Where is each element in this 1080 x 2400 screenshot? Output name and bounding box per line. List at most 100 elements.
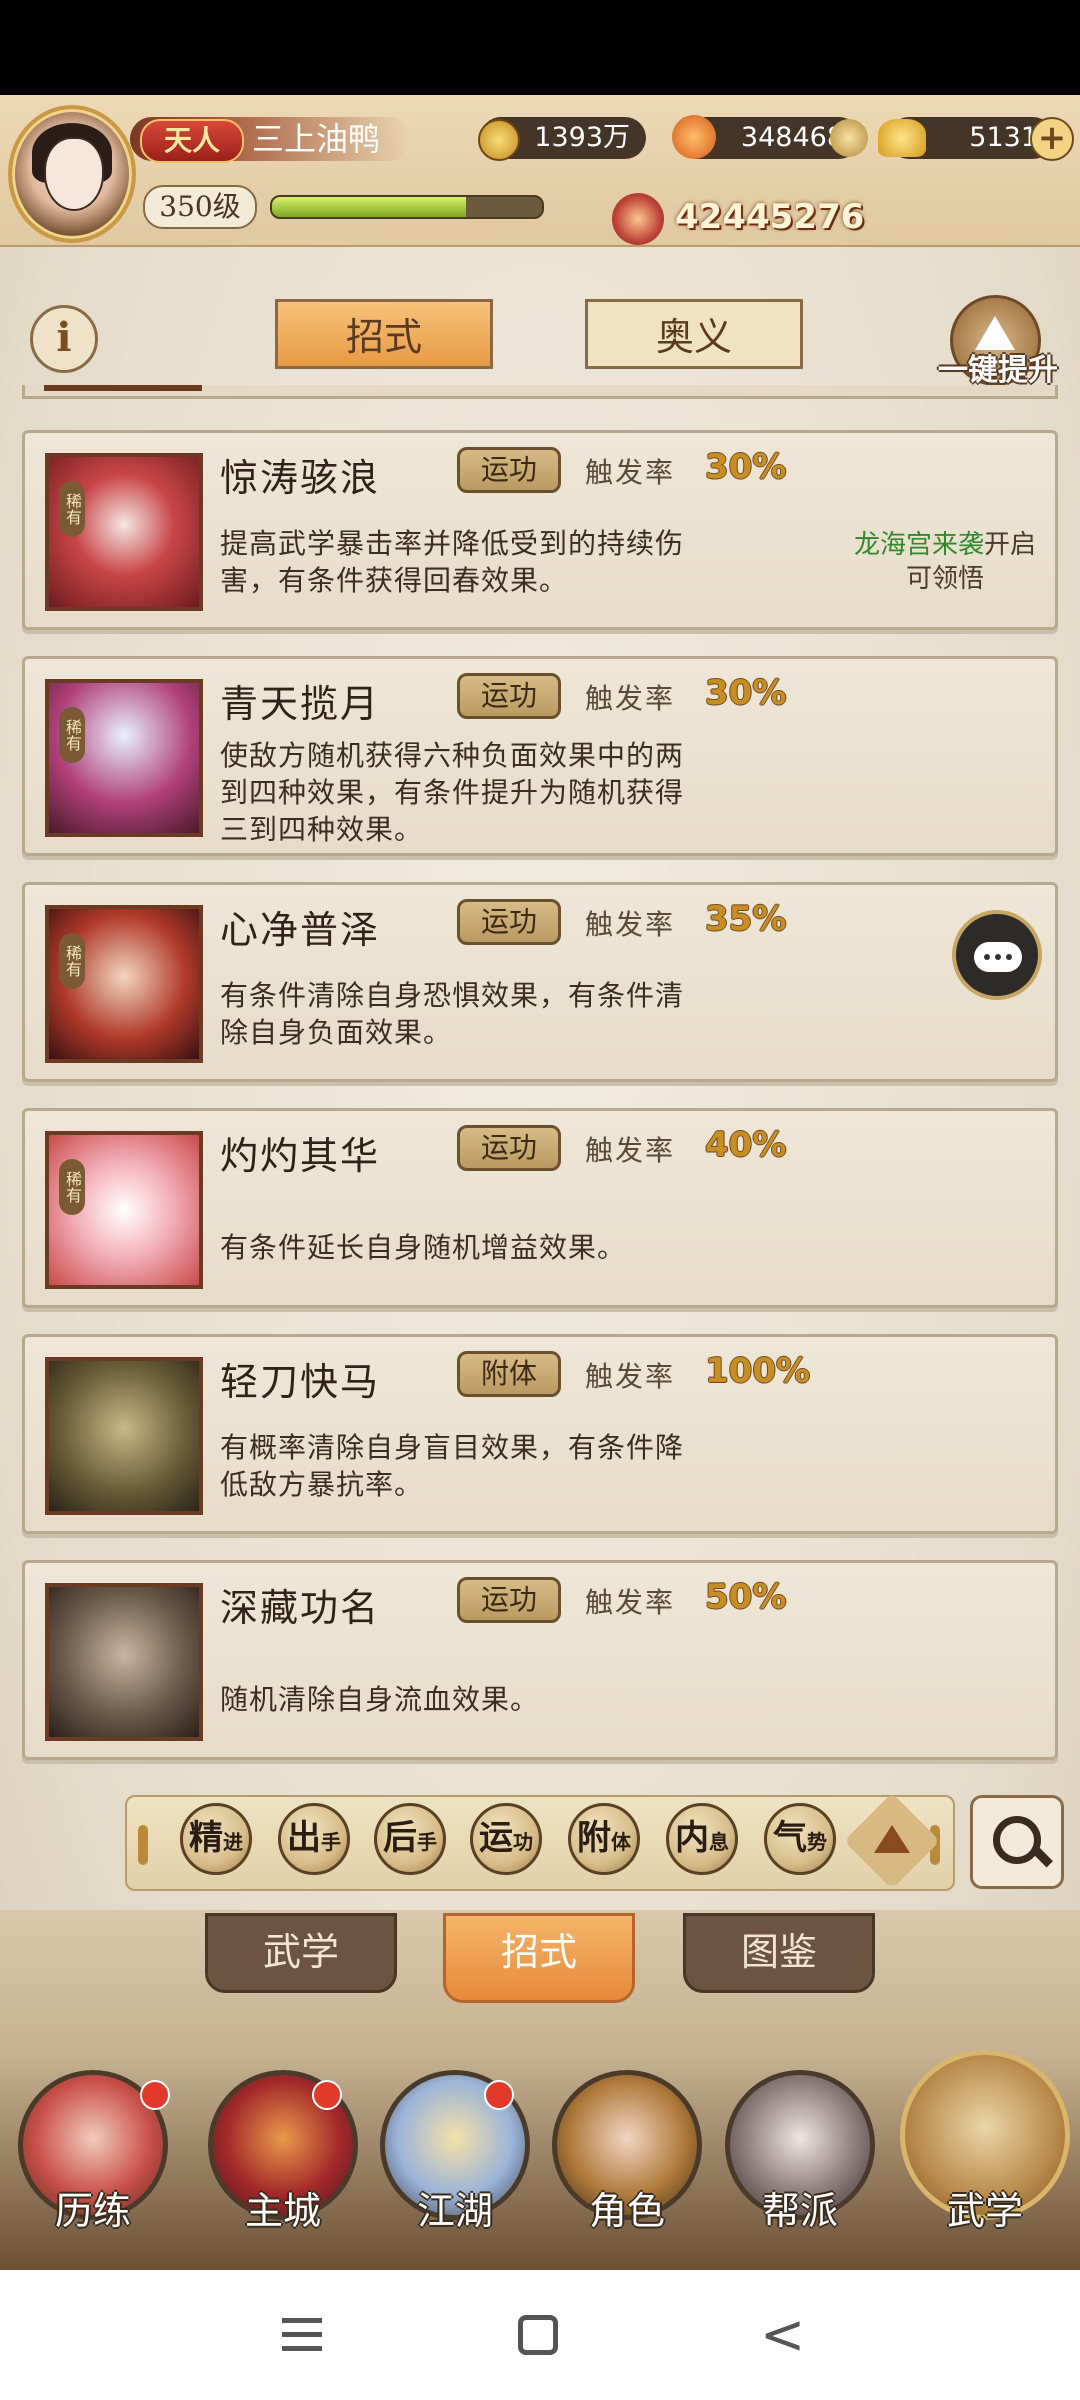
description-line: 提高武学暴击率并降低受到的持续伤 bbox=[220, 527, 685, 560]
filter-main-char: 附 bbox=[577, 1818, 611, 1858]
filter-main-char: 后 bbox=[383, 1818, 417, 1858]
ingot-value: 348468 bbox=[740, 122, 844, 153]
filter-sub-char: 势 bbox=[807, 1830, 827, 1854]
filter-button[interactable]: 精进 bbox=[180, 1803, 252, 1875]
monk-icon[interactable]: 稀有 bbox=[45, 905, 203, 1063]
move-type-tag: 运功 bbox=[457, 673, 561, 719]
info-button[interactable]: i bbox=[30, 305, 98, 373]
trigger-rate-value: 30% bbox=[705, 447, 787, 487]
description-line: 除自身负面效果。 bbox=[220, 1016, 453, 1049]
description-line: 有条件清除自身恐惧效果，有条件清 bbox=[220, 979, 685, 1012]
back-icon[interactable]: < bbox=[760, 2308, 805, 2362]
subtab-moves[interactable]: 招式 bbox=[443, 1913, 635, 2003]
filter-button[interactable]: 运功 bbox=[470, 1803, 542, 1875]
blossom-icon[interactable]: 稀有 bbox=[45, 1131, 203, 1289]
filter-button[interactable]: 附体 bbox=[568, 1803, 640, 1875]
hidden-fame-icon[interactable] bbox=[45, 1583, 203, 1741]
unlock-hint[interactable]: 龙海宫来袭开启 可领悟 bbox=[835, 528, 1055, 596]
nav-jianghu-label[interactable]: 江湖 bbox=[380, 2180, 530, 2235]
chat-icon bbox=[974, 942, 1022, 972]
trigger-rate-value: 50% bbox=[705, 1577, 787, 1617]
one-key-upgrade-label[interactable]: 一键提升 bbox=[928, 345, 1068, 389]
search-button[interactable] bbox=[970, 1795, 1064, 1889]
filter-button[interactable]: 内息 bbox=[666, 1803, 738, 1875]
unlock-source[interactable]: 龙海宫来袭 bbox=[854, 530, 984, 560]
notification-dot bbox=[484, 2080, 514, 2110]
trigger-rate-label: 触发率 bbox=[585, 1134, 676, 1167]
nav-city-label[interactable]: 主城 bbox=[208, 2180, 358, 2235]
trigger-rate-value: 100% bbox=[705, 1351, 811, 1391]
nav-character-label[interactable]: 角色 bbox=[552, 2180, 702, 2235]
move-type-tag: 运功 bbox=[457, 447, 561, 493]
trigger-rate-label: 触发率 bbox=[585, 1360, 676, 1393]
description-line: 随机清除自身流血效果。 bbox=[220, 1683, 540, 1716]
move-type-tag: 运功 bbox=[457, 1125, 561, 1171]
tab-secrets[interactable]: 奥义 bbox=[585, 299, 803, 369]
gold-value: 5131 bbox=[969, 122, 1038, 153]
move-type-tag: 运功 bbox=[457, 1577, 561, 1623]
recent-apps-icon[interactable] bbox=[282, 2318, 326, 2352]
xp-fill bbox=[272, 197, 467, 217]
filter-main-char: 精 bbox=[189, 1818, 223, 1858]
filter-main-char: 气 bbox=[773, 1818, 807, 1858]
move-card[interactable]: 轻刀快马 附体 触发率 100% 有概率清除自身盲目效果，有条件降 低敌方暴抗率。 bbox=[22, 1334, 1058, 1534]
filter-main-char: 运 bbox=[479, 1818, 513, 1858]
wave-icon[interactable]: 稀有 bbox=[45, 453, 203, 611]
silver-coin-icon bbox=[478, 119, 520, 161]
move-card[interactable]: 稀有 心净普泽 运功 触发率 35% 有条件清除自身恐惧效果，有条件清 除自身负面效果。 bbox=[22, 882, 1058, 1082]
chat-button[interactable] bbox=[952, 910, 1042, 1000]
collapse-arrow-icon bbox=[874, 1825, 910, 1853]
filter-bar-left-cap bbox=[138, 1825, 148, 1865]
move-card[interactable]: 稀有 青天揽月 运功 触发率 30% 使敌方随机获得六种负面效果中的两 到四种效果，有条件提… bbox=[22, 656, 1058, 856]
power-icon bbox=[612, 193, 664, 245]
filter-sub-char: 进 bbox=[223, 1830, 243, 1854]
nav-guild-label[interactable]: 帮派 bbox=[725, 2180, 875, 2235]
avatar-face bbox=[44, 137, 104, 211]
home-icon[interactable] bbox=[518, 2315, 558, 2355]
unlock-suffix: 开启 bbox=[984, 530, 1037, 560]
rank-badge: 天人 bbox=[140, 119, 244, 163]
filter-sub-char: 手 bbox=[417, 1830, 437, 1854]
move-card[interactable]: 稀有 惊涛骇浪 运功 触发率 30% 提高武学暴击率并降低受到的持续伤 害，有条件获得回春效… bbox=[22, 430, 1058, 630]
rarity-badge: 稀有 bbox=[59, 707, 85, 763]
description-line: 有概率清除自身盲目效果，有条件降 bbox=[220, 1431, 685, 1464]
trigger-rate-value: 30% bbox=[705, 673, 787, 713]
trigger-rate-value: 35% bbox=[705, 899, 787, 939]
filter-main-char: 内 bbox=[675, 1818, 709, 1858]
unlock-line2: 可领悟 bbox=[905, 564, 984, 594]
move-description: 有概率清除自身盲目效果，有条件降 低敌方暴抗率。 bbox=[220, 1429, 780, 1503]
rider-icon[interactable] bbox=[45, 1357, 203, 1515]
gold-ingot-icon bbox=[878, 119, 926, 157]
move-card[interactable]: 稀有 灼灼其华 运功 触发率 40% 有条件延长自身随机增益效果。 bbox=[22, 1108, 1058, 1308]
move-description: 使敌方随机获得六种负面效果中的两 到四种效果，有条件提升为随机获得 三到四种效果。 bbox=[220, 737, 780, 848]
rarity-badge: 稀有 bbox=[59, 481, 85, 537]
move-description: 有条件清除自身恐惧效果，有条件清 除自身负面效果。 bbox=[220, 977, 780, 1051]
filter-button[interactable]: 气势 bbox=[764, 1803, 836, 1875]
filter-button[interactable]: 出手 bbox=[278, 1803, 350, 1875]
filter-button[interactable]: 后手 bbox=[374, 1803, 446, 1875]
description-line: 有条件延长自身随机增益效果。 bbox=[220, 1231, 627, 1264]
add-gold-button[interactable]: + bbox=[1030, 117, 1074, 161]
notification-dot bbox=[312, 2080, 342, 2110]
silver-value: 1393万 bbox=[534, 122, 630, 153]
trigger-rate-label: 触发率 bbox=[585, 1586, 676, 1619]
player-avatar[interactable] bbox=[8, 105, 136, 243]
filter-sub-char: 功 bbox=[513, 1830, 533, 1854]
player-name: 三上油鸭 bbox=[252, 120, 381, 158]
notification-dot bbox=[140, 2080, 170, 2110]
subtab-catalog[interactable]: 图鉴 bbox=[683, 1913, 875, 1993]
move-type-tag: 运功 bbox=[457, 899, 561, 945]
player-header: 天人 三上油鸭 350级 1393万 348468 5131 + 4244527… bbox=[0, 95, 1080, 247]
game-screen: 天人 三上油鸭 350级 1393万 348468 5131 + 4244527… bbox=[0, 95, 1080, 2270]
move-name: 心净普泽 bbox=[220, 908, 381, 952]
move-card[interactable]: 深藏功名 运功 触发率 50% 随机清除自身流血效果。 bbox=[22, 1560, 1058, 1760]
trigger-rate-label: 触发率 bbox=[585, 682, 676, 715]
filter-sub-char: 体 bbox=[611, 1830, 631, 1854]
nav-training-label[interactable]: 历练 bbox=[18, 2180, 168, 2235]
nav-martial-label[interactable]: 武学 bbox=[910, 2180, 1060, 2235]
subtab-martial[interactable]: 武学 bbox=[205, 1913, 397, 1993]
description-line: 低敌方暴抗率。 bbox=[220, 1468, 424, 1501]
tab-moves[interactable]: 招式 bbox=[275, 299, 493, 369]
moon-figure-icon[interactable]: 稀有 bbox=[45, 679, 203, 837]
description-line: 三到四种效果。 bbox=[220, 813, 424, 846]
